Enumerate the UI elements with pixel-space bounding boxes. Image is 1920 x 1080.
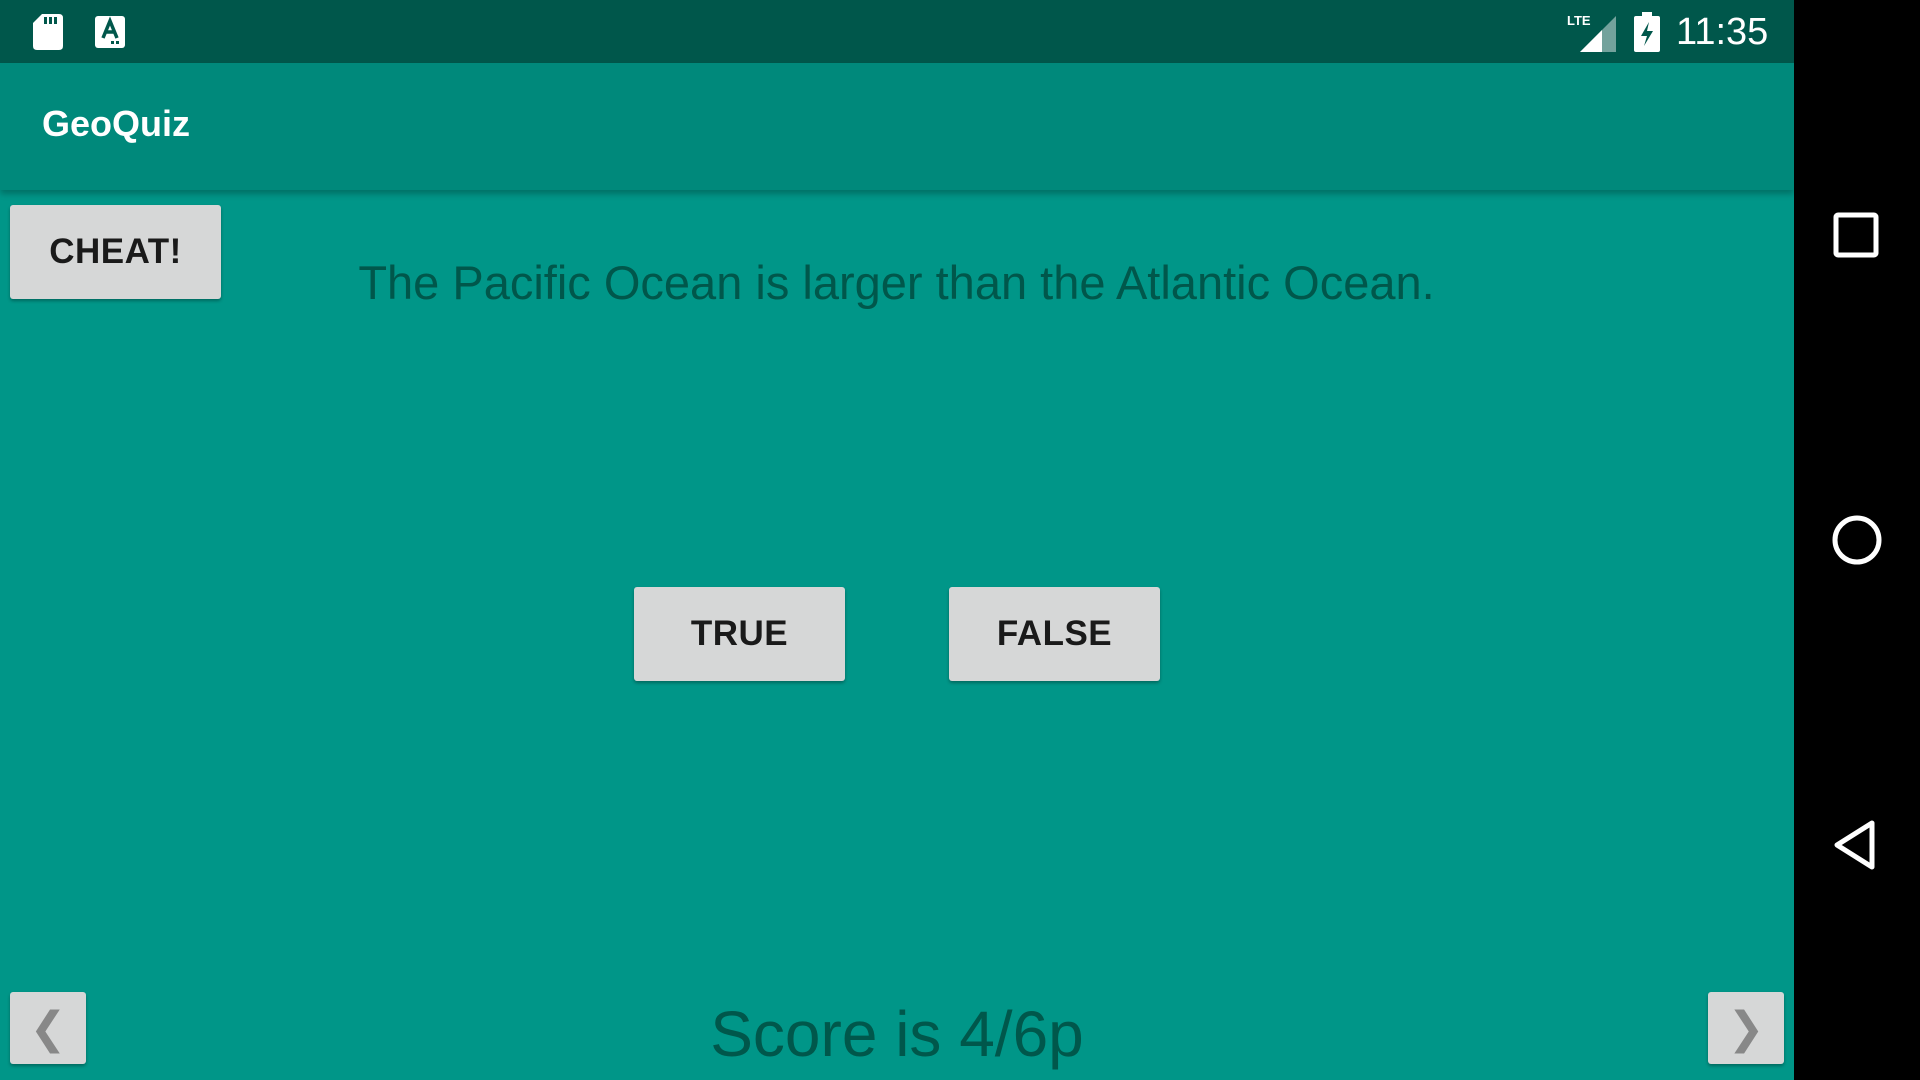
back-icon[interactable] bbox=[1832, 820, 1882, 870]
true-button[interactable]: TRUE bbox=[634, 587, 845, 681]
false-button[interactable]: FALSE bbox=[949, 587, 1160, 681]
chevron-left-icon: ❮ bbox=[29, 1002, 67, 1054]
lte-signal-icon: LTE bbox=[1567, 13, 1616, 52]
question-text: The Pacific Ocean is larger than the Atl… bbox=[358, 256, 1435, 309]
sd-card-icon bbox=[33, 14, 63, 50]
app-bar: GeoQuiz bbox=[0, 63, 1794, 190]
previous-button[interactable]: ❮ bbox=[10, 992, 86, 1064]
text-a-icon bbox=[95, 16, 125, 48]
app-screen: LTE 11:35 GeoQuiz CHEAT! The Pacific Oce… bbox=[0, 0, 1794, 1080]
recents-icon[interactable] bbox=[1832, 211, 1882, 261]
app-title: GeoQuiz bbox=[42, 103, 191, 144]
battery-charging-icon bbox=[1634, 12, 1660, 52]
status-clock: 11:35 bbox=[1676, 11, 1769, 53]
score-text: Score is 4/6p bbox=[710, 998, 1084, 1070]
chevron-right-icon: ❯ bbox=[1727, 1002, 1765, 1054]
lte-label: LTE bbox=[1567, 13, 1591, 28]
status-bar: LTE 11:35 bbox=[0, 0, 1794, 63]
next-button[interactable]: ❯ bbox=[1708, 992, 1784, 1064]
cheat-button[interactable]: CHEAT! bbox=[10, 205, 221, 299]
home-icon[interactable] bbox=[1832, 515, 1882, 565]
